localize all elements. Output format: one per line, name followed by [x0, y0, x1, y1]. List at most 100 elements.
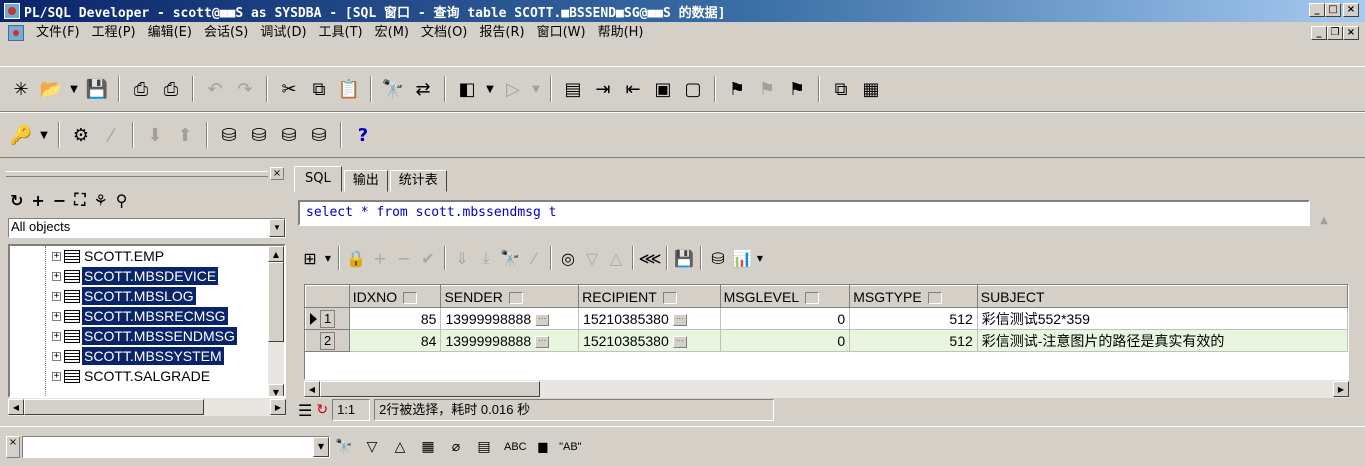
- lock-icon[interactable]: 🔒: [344, 244, 368, 272]
- expand-icon[interactable]: +: [52, 251, 61, 261]
- comment-icon[interactable]: ▣: [648, 74, 678, 104]
- checkout-icon[interactable]: ▤: [558, 74, 588, 104]
- windows-list-icon[interactable]: ⧉: [826, 74, 856, 104]
- find-next-icon[interactable]: ▽: [358, 434, 386, 460]
- editor-collapse-icon[interactable]: ▲: [1315, 200, 1333, 226]
- object-tree[interactable]: + SCOTT.EMP + SCOTT.MBSDEVICE + SCOTT.MB…: [8, 244, 286, 398]
- db-sql-icon[interactable]: ⛁: [244, 120, 274, 150]
- find-previous-icon[interactable]: △: [386, 434, 414, 460]
- indent-icon[interactable]: ⇥: [588, 74, 618, 104]
- menu-documents[interactable]: 文档(O): [415, 23, 473, 43]
- scroll-up-icon[interactable]: ▲: [268, 246, 284, 262]
- break-icon[interactable]: ⁄: [96, 120, 126, 150]
- post-changes-icon[interactable]: ✔: [416, 244, 440, 272]
- cell-editor-button[interactable]: ···: [535, 313, 550, 326]
- child-restore-button[interactable]: ❐: [1327, 26, 1343, 40]
- object-filter-select[interactable]: All objects ▼: [8, 218, 286, 238]
- forward-icon[interactable]: ▷: [498, 74, 528, 104]
- cell-msgtype[interactable]: 512: [849, 307, 978, 330]
- insert-record-icon[interactable]: +: [368, 244, 392, 272]
- menu-help[interactable]: 帮助(H): [592, 23, 650, 43]
- find-bar-close-icon[interactable]: ×: [6, 435, 20, 458]
- cell-recipient[interactable]: 15210385380 ···: [578, 307, 721, 330]
- db-connect-icon[interactable]: ⛁: [214, 120, 244, 150]
- scroll-left-icon[interactable]: ◀: [8, 399, 24, 415]
- splitter-icon[interactable]: ☰: [298, 401, 312, 420]
- debug-icon[interactable]: ⚑: [722, 74, 752, 104]
- column-header[interactable]: SUBJECT: [976, 285, 1348, 308]
- print-icon[interactable]: ⎙: [126, 74, 156, 104]
- tree-item[interactable]: + SCOTT.MBSSYSTEM: [10, 346, 284, 366]
- add-icon[interactable]: +: [31, 191, 44, 210]
- column-header[interactable]: MSGTYPE: [849, 285, 978, 308]
- forward-dropdown-icon[interactable]: ▼: [528, 74, 544, 104]
- close-button[interactable]: ×: [1343, 3, 1359, 17]
- scroll-thumb[interactable]: [268, 262, 284, 342]
- scroll-thumb[interactable]: [320, 381, 540, 397]
- cell-subject[interactable]: 彩信测试-注意图片的路径是真实有效的: [977, 329, 1348, 352]
- cell-editor-button[interactable]: ···: [672, 313, 687, 326]
- cell-editor-button[interactable]: ···: [672, 335, 687, 348]
- grid-find-icon[interactable]: 🔭: [498, 244, 522, 272]
- cell-recipient[interactable]: 15210385380 ···: [578, 329, 721, 352]
- highlight-all-icon[interactable]: ▦: [414, 434, 442, 460]
- cell-idxno[interactable]: 85: [349, 307, 442, 330]
- maximize-button[interactable]: □: [1325, 3, 1341, 17]
- scroll-left-icon[interactable]: ◀: [304, 381, 320, 397]
- open-icon[interactable]: 📂: [36, 74, 66, 104]
- menu-debug[interactable]: 调试(D): [254, 23, 312, 43]
- commit-icon[interactable]: ⬇: [140, 120, 170, 150]
- paste-icon[interactable]: 📋: [334, 74, 364, 104]
- clear-highlight-icon[interactable]: ⌀: [442, 434, 470, 460]
- table-row[interactable]: 2 84 13999998888 ··· 15210385380 ··· 0 512…: [305, 329, 1348, 352]
- scroll-right-icon[interactable]: ▶: [270, 399, 286, 415]
- clear-icon[interactable]: ⁄: [522, 244, 546, 272]
- column-header[interactable]: MSGLEVEL: [719, 285, 851, 308]
- tree-horizontal-scrollbar[interactable]: ◀ ▶: [8, 398, 286, 416]
- db-command-icon[interactable]: ⛁: [274, 120, 304, 150]
- print-grid-icon[interactable]: ⛁: [706, 244, 730, 272]
- find-icon[interactable]: 🔭: [378, 74, 408, 104]
- title-bar[interactable]: PL/SQL Developer - scott@■■S as SYSDBA -…: [0, 0, 1365, 22]
- column-header[interactable]: RECIPIENT: [578, 285, 721, 308]
- whole-word-button[interactable]: ▆: [533, 434, 553, 460]
- cell-msgtype[interactable]: 512: [849, 329, 978, 352]
- find-in-selection-icon[interactable]: ▤: [470, 434, 498, 460]
- grid-menu-icon[interactable]: ⊞: [298, 244, 322, 272]
- tab-sql[interactable]: SQL: [294, 166, 342, 192]
- cell-editor-button[interactable]: ···: [535, 335, 550, 348]
- app-icon[interactable]: [4, 3, 20, 19]
- query-by-example-icon[interactable]: ◎: [556, 244, 580, 272]
- cell-sender[interactable]: 13999998888 ···: [440, 329, 580, 352]
- expand-icon[interactable]: +: [52, 291, 61, 301]
- tab-output[interactable]: 输出: [343, 170, 388, 192]
- remove-icon[interactable]: −: [53, 191, 66, 210]
- row-header[interactable]: 2: [305, 329, 350, 352]
- unindent-icon[interactable]: ⇤: [618, 74, 648, 104]
- menu-file[interactable]: 文件(F): [30, 23, 86, 43]
- menu-edit[interactable]: 编辑(E): [142, 23, 198, 43]
- menu-reports[interactable]: 报告(R): [473, 23, 530, 43]
- fetch-next-icon[interactable]: ⇓: [450, 244, 474, 272]
- back-icon[interactable]: ◧: [452, 74, 482, 104]
- previous-icon[interactable]: ▽: [580, 244, 604, 272]
- column-header[interactable]: SENDER: [440, 285, 580, 308]
- column-header[interactable]: IDXNO: [348, 285, 442, 308]
- tree-item[interactable]: + SCOTT.EMP: [10, 246, 284, 266]
- tree-item[interactable]: + SCOTT.MBSDEVICE: [10, 266, 284, 286]
- menu-macro[interactable]: 宏(M): [369, 23, 415, 43]
- menu-tools[interactable]: 工具(T): [313, 23, 369, 43]
- regex-button[interactable]: "AB": [553, 434, 587, 460]
- grid-menu-dropdown-icon[interactable]: ▼: [322, 244, 334, 272]
- help-icon[interactable]: ?: [348, 120, 378, 150]
- tree-item[interactable]: + SCOTT.MBSRECMSG: [10, 306, 284, 326]
- export-icon[interactable]: 💾: [672, 244, 696, 272]
- execute-icon[interactable]: ⚙: [66, 120, 96, 150]
- expand-icon[interactable]: +: [52, 331, 61, 341]
- expand-icon[interactable]: +: [52, 311, 61, 321]
- find-input[interactable]: ▼: [22, 435, 330, 458]
- next-icon[interactable]: △: [604, 244, 628, 272]
- back-dropdown-icon[interactable]: ▼: [482, 74, 498, 104]
- new-icon[interactable]: ✳: [6, 74, 36, 104]
- rollback-icon[interactable]: ⬆: [170, 120, 200, 150]
